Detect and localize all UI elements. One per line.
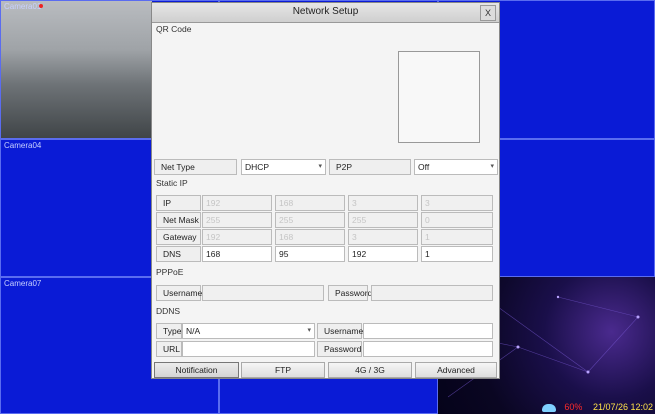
ddns-label: DDNS bbox=[156, 306, 181, 316]
gateway-octet-3[interactable]: 3 bbox=[348, 229, 418, 245]
record-indicator-icon bbox=[39, 4, 43, 8]
qr-code-image bbox=[398, 51, 480, 143]
dns-octet-4[interactable]: 1 bbox=[421, 246, 493, 262]
gateway-octet-4[interactable]: 1 bbox=[421, 229, 493, 245]
camera-label: Camera04 bbox=[4, 141, 42, 150]
pppoe-password-label: Password bbox=[328, 285, 372, 301]
datetime: 21/07/26 12:02 bbox=[592, 402, 653, 412]
ddns-type-value: N/A bbox=[186, 326, 201, 336]
camera-label: Camera01 bbox=[4, 2, 42, 11]
pppoe-password-input[interactable] bbox=[371, 285, 493, 301]
ddns-password-label: Password bbox=[317, 341, 362, 357]
4g-3g-button[interactable]: 4G / 3G bbox=[328, 362, 412, 378]
p2p-select[interactable]: Off ▾ bbox=[414, 159, 498, 175]
ip-address-label: IP Address bbox=[156, 195, 201, 222]
net-mask-octet-1[interactable]: 255 bbox=[202, 212, 272, 228]
net-mask-octet-4[interactable]: 0 bbox=[421, 212, 493, 228]
pppoe-label: PPPoE bbox=[156, 267, 184, 277]
net-type-label: Net Type bbox=[154, 159, 237, 175]
chevron-down-icon: ▾ bbox=[318, 163, 322, 170]
network-setup-dialog: Network Setup X QR Code Net Type DHCP ▾ … bbox=[151, 2, 500, 379]
advanced-button[interactable]: Advanced bbox=[415, 362, 497, 378]
dns-octet-1[interactable]: 168 bbox=[202, 246, 272, 262]
p2p-value: Off bbox=[418, 162, 430, 172]
camera-label: Camera07 bbox=[4, 279, 42, 288]
ddns-url-label: URL bbox=[156, 341, 182, 357]
qr-code-label: QR Code bbox=[156, 24, 192, 34]
net-mask-label: Net Mask bbox=[156, 212, 201, 228]
net-type-select[interactable]: DHCP ▾ bbox=[241, 159, 326, 175]
ddns-type-label: Type bbox=[156, 323, 182, 339]
ddns-url-input[interactable] bbox=[182, 341, 315, 357]
chevron-down-icon: ▾ bbox=[307, 327, 311, 334]
dns-octet-2[interactable]: 95 bbox=[275, 246, 345, 262]
dialog-titlebar[interactable]: Network Setup X bbox=[152, 3, 499, 23]
static-ip-label: Static IP bbox=[156, 178, 188, 188]
hdd-usage-percent: 60% bbox=[564, 402, 583, 412]
ip-address-octet-1[interactable]: 192 bbox=[202, 195, 272, 211]
net-mask-octet-3[interactable]: 255 bbox=[348, 212, 418, 228]
pppoe-username-label: Username bbox=[156, 285, 202, 301]
ip-address-octet-3[interactable]: 3 bbox=[348, 195, 418, 211]
ddns-type-select[interactable]: N/A ▾ bbox=[182, 323, 315, 339]
gateway-octet-1[interactable]: 192 bbox=[202, 229, 272, 245]
gateway-octet-2[interactable]: 168 bbox=[275, 229, 345, 245]
ddns-username-input[interactable] bbox=[363, 323, 493, 339]
ip-address-octet-2[interactable]: 168 bbox=[275, 195, 345, 211]
ddns-username-label: Username bbox=[317, 323, 363, 339]
dialog-title: Network Setup bbox=[292, 6, 359, 17]
ddns-password-input[interactable] bbox=[363, 341, 493, 357]
net-type-value: DHCP bbox=[245, 162, 270, 172]
status-bar: 60% 21/07/26 12:02 bbox=[541, 402, 653, 412]
chevron-down-icon: ▾ bbox=[490, 163, 494, 170]
net-mask-octet-2[interactable]: 255 bbox=[275, 212, 345, 228]
ftp-button[interactable]: FTP bbox=[241, 362, 325, 378]
cloud-icon bbox=[541, 403, 556, 412]
close-button[interactable]: X bbox=[480, 5, 496, 21]
dns-octet-3[interactable]: 192 bbox=[348, 246, 418, 262]
p2p-label: P2P bbox=[329, 159, 411, 175]
notification-button[interactable]: Notification bbox=[154, 362, 239, 378]
pppoe-username-input[interactable] bbox=[202, 285, 324, 301]
camera-feed-image bbox=[1, 1, 152, 138]
gateway-label: Gateway bbox=[156, 229, 201, 245]
ip-address-octet-4[interactable]: 3 bbox=[421, 195, 493, 211]
dns-label: DNS bbox=[156, 246, 201, 262]
